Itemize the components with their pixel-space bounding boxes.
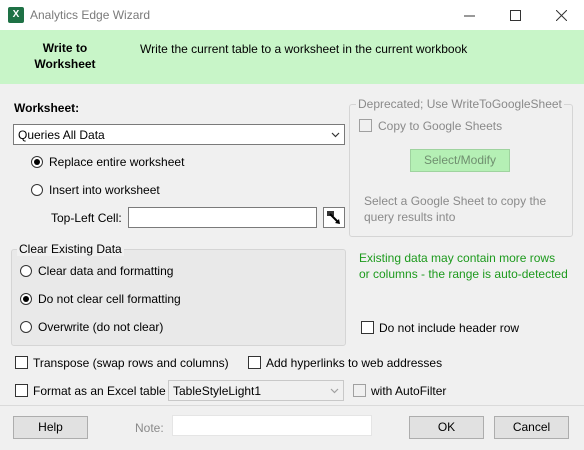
worksheet-dropdown[interactable]: Queries All Data (13, 124, 345, 145)
cancel-button[interactable]: Cancel (494, 416, 569, 439)
close-button[interactable] (538, 0, 584, 30)
select-modify-button[interactable]: Select/Modify (410, 149, 510, 172)
clear-data-formatting-radio[interactable] (20, 265, 32, 277)
maximize-icon (509, 9, 521, 21)
hyperlinks-label: Add hyperlinks to web addresses (266, 356, 443, 370)
worksheet-selected-value: Queries All Data (18, 128, 105, 142)
clear-existing-title: Clear Existing Data (17, 242, 124, 256)
replace-worksheet-label: Replace entire worksheet (49, 155, 185, 169)
excel-app-icon: X (8, 7, 24, 23)
table-style-dropdown[interactable]: TableStyleLight1 (168, 380, 344, 401)
no-header-row-checkbox[interactable] (361, 321, 374, 334)
google-sheets-group-title: Deprecated; Use WriteToGoogleSheet (356, 97, 564, 111)
autofilter-label: with AutoFilter (371, 384, 447, 398)
overwrite-radio[interactable] (20, 321, 32, 333)
maximize-button[interactable] (492, 0, 538, 30)
copy-google-sheets-label: Copy to Google Sheets (378, 119, 503, 133)
minimize-icon (463, 15, 475, 16)
no-header-row-label: Do not include header row (379, 321, 520, 335)
chevron-down-icon (330, 388, 339, 394)
minimize-button[interactable] (446, 0, 492, 30)
hyperlinks-checkbox[interactable] (248, 356, 261, 369)
autofilter-checkbox[interactable] (353, 384, 366, 397)
transpose-label: Transpose (swap rows and columns) (33, 356, 229, 370)
chevron-down-icon (331, 132, 340, 138)
clear-data-formatting-label: Clear data and formatting (38, 264, 174, 278)
google-sheets-hint: Select a Google Sheet to copy the query … (364, 194, 547, 224)
table-style-value: TableStyleLight1 (173, 384, 262, 398)
step-title: Write to Worksheet (34, 41, 96, 71)
worksheet-label: Worksheet: (14, 101, 80, 115)
note-label: Note: (135, 421, 164, 435)
format-table-checkbox[interactable] (15, 384, 28, 397)
overwrite-label: Overwrite (do not clear) (38, 320, 164, 334)
format-table-label: Format as an Excel table (33, 384, 166, 398)
no-clear-formatting-label: Do not clear cell formatting (38, 292, 181, 306)
note-input[interactable] (172, 415, 372, 436)
ok-button[interactable]: OK (409, 416, 484, 439)
no-clear-formatting-radio[interactable] (20, 293, 32, 305)
insert-worksheet-radio[interactable] (31, 184, 43, 196)
auto-detect-warning: Existing data may contain more rows or c… (359, 251, 568, 281)
window-title: Analytics Edge Wizard (30, 8, 151, 22)
copy-google-sheets-checkbox[interactable] (359, 119, 372, 132)
transpose-checkbox[interactable] (15, 356, 28, 369)
range-select-icon (327, 211, 340, 224)
top-left-cell-label: Top-Left Cell: (51, 211, 122, 225)
insert-worksheet-label: Insert into worksheet (49, 183, 160, 197)
close-icon (555, 9, 567, 21)
step-description: Write the current table to a worksheet i… (140, 42, 468, 56)
replace-worksheet-radio[interactable] (31, 156, 43, 168)
cell-picker-button[interactable] (323, 207, 345, 228)
help-button[interactable]: Help (13, 416, 88, 439)
top-left-cell-input[interactable] (128, 207, 317, 228)
